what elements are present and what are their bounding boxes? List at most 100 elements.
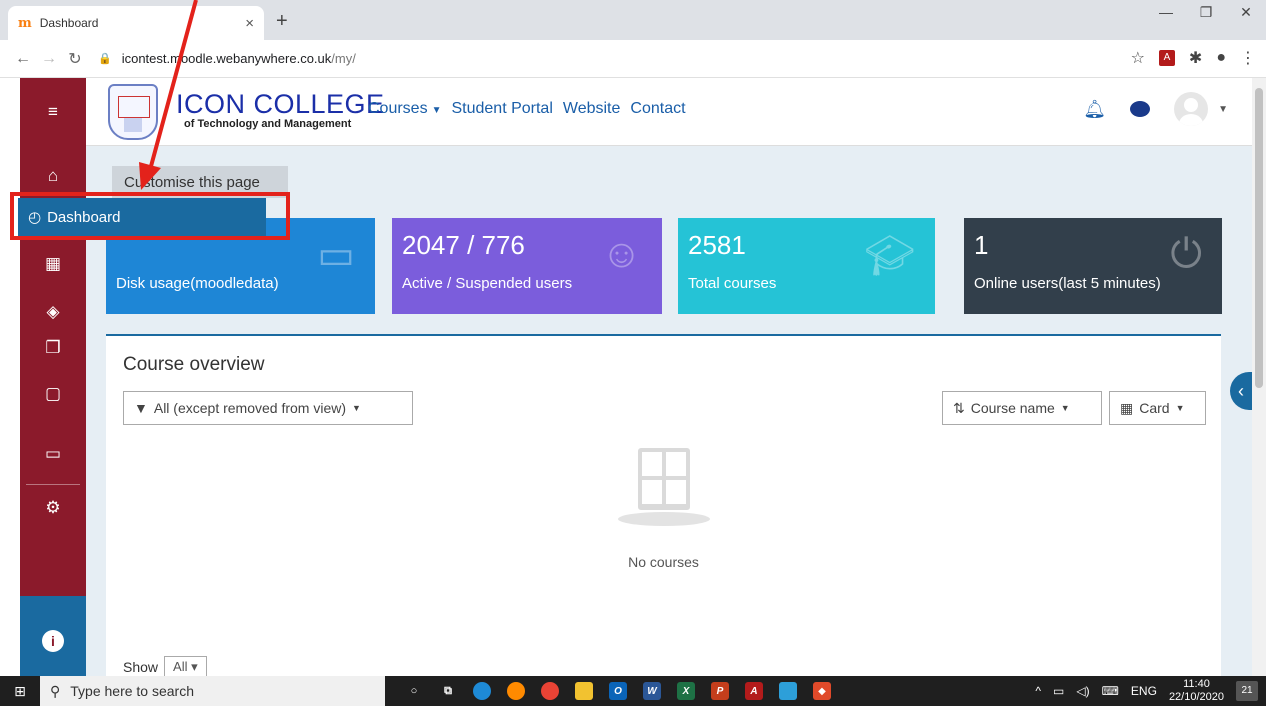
nav-website[interactable]: Website xyxy=(563,100,621,118)
show-count-value: All xyxy=(173,659,188,674)
logo-subtitle: of Technology and Management xyxy=(184,118,352,130)
excel-icon[interactable]: X xyxy=(669,676,703,706)
user-menu-chevron-icon[interactable]: ▼ xyxy=(1218,104,1228,115)
tray-chevron-icon[interactable]: ^ xyxy=(1035,684,1041,698)
page-scrollbar[interactable] xyxy=(1252,78,1266,676)
user-avatar[interactable] xyxy=(1174,92,1209,126)
block-drawer-toggle[interactable]: ‹ xyxy=(1230,372,1252,410)
folder-icon[interactable]: ▭ xyxy=(20,444,86,464)
stat-card-online: 1 Online users(last 5 minutes) ⏻ xyxy=(964,218,1222,314)
scrollbar-thumb[interactable] xyxy=(1255,88,1263,388)
app-icon[interactable] xyxy=(771,676,805,706)
settings-gear-icon[interactable]: ⚙ xyxy=(20,498,86,518)
stat-card-courses: 2581 Total courses 🎓︎ xyxy=(678,218,935,314)
nav-courses-label: Courses xyxy=(368,100,428,117)
profile-icon[interactable]: ● xyxy=(1216,49,1226,67)
calendar-icon[interactable]: ▦ xyxy=(20,254,86,274)
browser-extensions: ☆ A ✱ ● ⋮ xyxy=(1131,48,1256,68)
course-view-dropdown[interactable]: ▦ Card ▼ xyxy=(1109,391,1206,425)
word-icon[interactable]: W xyxy=(635,676,669,706)
sort-value: Course name xyxy=(970,400,1055,416)
layers-icon[interactable]: ◈ xyxy=(20,302,86,322)
stat-card-users: 2047 / 776 Active / Suspended users ☺ xyxy=(392,218,662,314)
outlook-icon[interactable]: O xyxy=(601,676,635,706)
chevron-down-icon: ▼ xyxy=(1060,403,1070,413)
nav-courses[interactable]: Courses ▼ xyxy=(368,100,441,118)
back-button[interactable]: ← xyxy=(10,50,36,68)
close-tab-icon[interactable]: × xyxy=(245,15,254,32)
powerpoint-icon[interactable]: P xyxy=(703,676,737,706)
stat-label-users: Active / Suspended users xyxy=(402,275,573,292)
notifications-bell-icon[interactable]: 🔔︎ xyxy=(1083,99,1106,120)
course-sort-dropdown[interactable]: ⇅ Course name ▼ xyxy=(942,391,1102,425)
lock-icon: 🔒 xyxy=(98,53,112,65)
task-view-icon[interactable]: ⧉ xyxy=(431,676,465,706)
firefox-icon[interactable] xyxy=(499,676,533,706)
extensions-puzzle-icon[interactable]: ✱ xyxy=(1189,48,1202,68)
restore-button[interactable]: ❐ xyxy=(1186,4,1226,21)
cortana-icon[interactable]: ○ xyxy=(397,676,431,706)
windows-taskbar: ⊞ ⚲ Type here to search ○ ⧉ O W X P A ◆ … xyxy=(0,676,1266,706)
graduation-cap-icon: 🎓︎ xyxy=(864,234,915,278)
chevron-down-icon: ▼ xyxy=(352,403,361,413)
top-navigation: Courses ▼ Student Portal Website Contact xyxy=(368,100,686,118)
messages-chat-icon[interactable] xyxy=(1130,101,1151,117)
course-filter-dropdown[interactable]: ▼ All (except removed from view) ▼ xyxy=(123,391,413,425)
dashboard-nav-item[interactable]: ◴ Dashboard xyxy=(18,198,266,236)
taskbar-search[interactable]: ⚲ Type here to search xyxy=(40,676,385,706)
volume-icon[interactable]: ◁) xyxy=(1076,684,1089,698)
chevron-down-icon: ▼ xyxy=(431,105,442,116)
filter-value: All (except removed from view) xyxy=(153,400,347,416)
sort-icon: ⇅ xyxy=(953,399,965,416)
dashboard-gauge-icon: ◴ xyxy=(28,209,42,226)
taskbar-search-placeholder: Type here to search xyxy=(70,683,195,699)
taskbar-clock[interactable]: 11:40 22/10/2020 xyxy=(1169,678,1224,704)
clipboard-icon[interactable]: ▢ xyxy=(20,384,86,404)
clock-time: 11:40 xyxy=(1183,678,1210,690)
language-indicator[interactable]: ENG xyxy=(1131,684,1157,698)
course-overview-block: Course overview ▼ All (except removed fr… xyxy=(106,334,1221,676)
battery-icon[interactable]: ▭ xyxy=(1053,684,1064,698)
edge-icon[interactable] xyxy=(465,676,499,706)
files-icon[interactable]: ❐ xyxy=(20,338,86,358)
show-count-select[interactable]: All ▾ xyxy=(164,656,207,676)
moodle-favicon-icon: m xyxy=(18,15,32,31)
bookmark-star-icon[interactable]: ☆ xyxy=(1131,48,1145,68)
college-crest-logo[interactable] xyxy=(108,84,158,140)
paging-control: Show All ▾ xyxy=(123,656,207,676)
new-tab-button[interactable]: + xyxy=(276,10,288,33)
windows-start-icon[interactable]: ⊞ xyxy=(0,683,40,700)
reload-button[interactable]: ↻ xyxy=(62,49,88,69)
dashboard-label: Dashboard xyxy=(47,208,121,226)
taskbar-apps: ○ ⧉ O W X P A ◆ xyxy=(397,676,839,706)
keyboard-icon[interactable]: ⌨ xyxy=(1102,684,1119,698)
chrome-icon[interactable] xyxy=(533,676,567,706)
url-path: /my/ xyxy=(331,51,356,66)
hamburger-menu-icon[interactable]: ≡ xyxy=(20,102,86,122)
pdf-extension-icon[interactable]: A xyxy=(1158,50,1175,66)
empty-state-text: No courses xyxy=(628,554,699,570)
snip-icon[interactable]: ◆ xyxy=(805,676,839,706)
forward-button[interactable]: → xyxy=(36,50,62,68)
chevron-down-icon: ▼ xyxy=(1175,403,1185,413)
nav-student-portal[interactable]: Student Portal xyxy=(451,100,552,118)
stat-label-online: Online users(last 5 minutes) xyxy=(974,275,1161,292)
search-icon: ⚲ xyxy=(50,682,61,699)
url-field[interactable]: 🔒 icontest.moodle.webanywhere.co.uk/my/ xyxy=(98,51,356,66)
close-window-button[interactable]: ✕ xyxy=(1226,4,1266,21)
minimize-button[interactable]: — xyxy=(1146,4,1186,21)
url-host: icontest.moodle.webanywhere.co.uk xyxy=(121,51,332,66)
home-icon[interactable]: ⌂ xyxy=(20,166,86,186)
no-courses-illustration-icon xyxy=(618,446,710,526)
site-logo[interactable]: ICON COLLEGE of Technology and Managemen… xyxy=(176,90,385,130)
browser-tab[interactable]: m Dashboard × xyxy=(8,6,264,40)
site-header: ICON COLLEGE of Technology and Managemen… xyxy=(86,78,1252,146)
browser-menu-icon[interactable]: ⋮ xyxy=(1240,48,1256,68)
header-actions: 🔔︎ ▼ xyxy=(1083,92,1228,126)
accessibility-icon[interactable]: i xyxy=(42,630,64,652)
action-center-icon[interactable]: 21 xyxy=(1236,681,1258,701)
tab-title: Dashboard xyxy=(39,16,99,30)
file-explorer-icon[interactable] xyxy=(567,676,601,706)
acrobat-icon[interactable]: A xyxy=(737,676,771,706)
nav-contact[interactable]: Contact xyxy=(630,100,685,118)
